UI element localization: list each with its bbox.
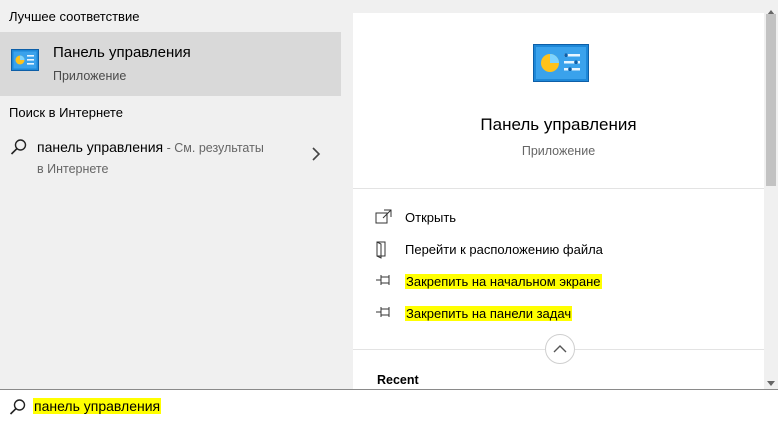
search-box[interactable]: панель управления: [0, 389, 778, 423]
recent-heading: Recent: [377, 373, 419, 387]
pin-icon: [375, 305, 393, 324]
web-result-query: панель управления: [37, 139, 164, 155]
action-open-file-location[interactable]: Перейти к расположению файла: [375, 239, 755, 261]
preview-type: Приложение: [521, 144, 596, 158]
preview-card: Панель управления Приложение Открыть Пер…: [353, 13, 764, 389]
action-open-label: Открыть: [405, 210, 457, 225]
action-file-location-label: Перейти к расположению файла: [405, 242, 603, 257]
control-panel-icon: [533, 44, 589, 87]
chevron-up-icon: [553, 345, 567, 353]
best-match-name: Панель управления: [53, 44, 191, 61]
chevron-right-icon[interactable]: [310, 146, 322, 167]
control-panel-icon: [11, 49, 39, 76]
search-icon: [9, 398, 27, 421]
scrollbar[interactable]: [764, 0, 778, 389]
preview-title: Панель управления: [480, 115, 637, 134]
web-result-line2: в Интернете: [37, 162, 109, 176]
collapse-button[interactable]: [545, 334, 575, 364]
best-match-heading: Лучшее соответствие: [9, 9, 140, 24]
web-search-heading: Поиск в Интернете: [9, 105, 123, 120]
pin-icon: [375, 273, 393, 292]
divider: [575, 349, 764, 350]
scrollbar-thumb[interactable]: [766, 14, 776, 186]
search-icon: [10, 138, 28, 161]
divider: [353, 188, 764, 189]
best-match-item[interactable]: Панель управления Приложение: [0, 32, 341, 96]
action-open[interactable]: Открыть: [375, 207, 755, 229]
highlight: Закрепить на начальном экране: [405, 274, 602, 289]
file-location-icon: [375, 241, 391, 264]
web-result-suffix: - См. результаты: [163, 141, 264, 155]
action-pin-start-label: Закрепить на начальном экране: [405, 274, 602, 289]
best-match-type: Приложение: [53, 69, 127, 83]
action-pin-to-taskbar[interactable]: Закрепить на панели задач: [375, 303, 755, 325]
action-pin-taskbar-label: Закрепить на панели задач: [405, 306, 573, 321]
web-result-line1: панель управления - См. результаты: [37, 139, 264, 155]
open-icon: [375, 209, 393, 230]
results-pane: Лучшее соответствие Панель управления Пр…: [0, 0, 341, 389]
divider: [353, 349, 545, 350]
action-pin-to-start[interactable]: Закрепить на начальном экране: [375, 271, 755, 293]
highlight: Закрепить на панели задач: [405, 306, 573, 321]
search-input[interactable]: панель управления: [33, 398, 162, 414]
web-search-result[interactable]: панель управления - См. результаты в Инт…: [0, 130, 341, 186]
